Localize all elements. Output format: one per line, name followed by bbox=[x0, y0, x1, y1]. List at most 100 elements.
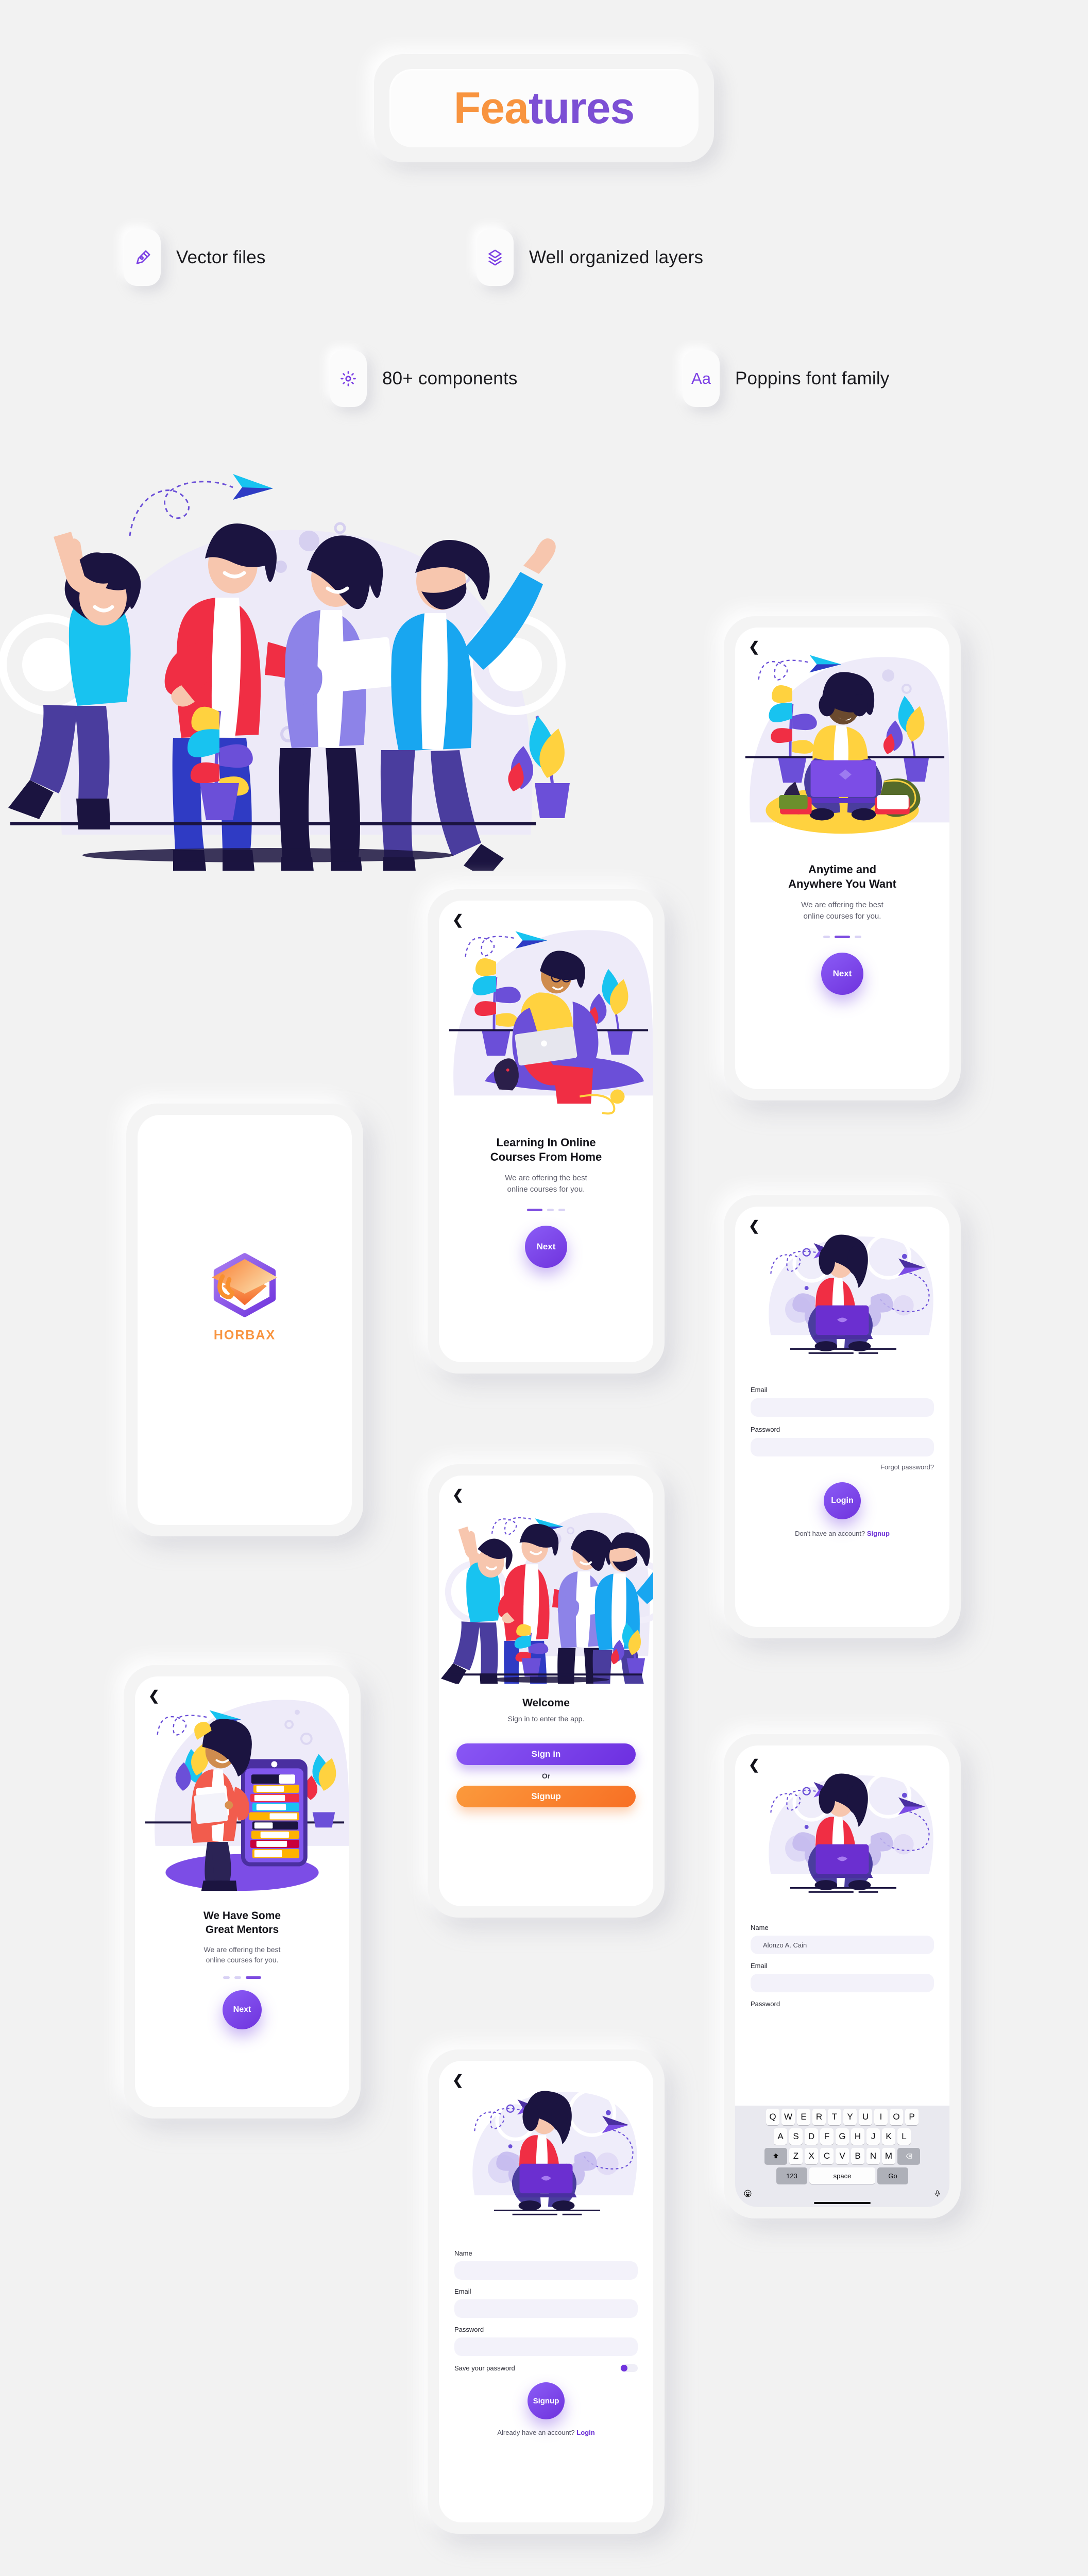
shift-key[interactable] bbox=[764, 2148, 787, 2164]
welcome-subtitle: Sign in to enter the app. bbox=[507, 1715, 585, 1723]
keyboard-row-1[interactable]: QWERTYUIOP bbox=[737, 2109, 947, 2125]
pagination-dot[interactable] bbox=[527, 1208, 542, 1211]
key-i[interactable]: I bbox=[874, 2109, 888, 2125]
password-input[interactable] bbox=[454, 2337, 638, 2356]
back-button[interactable]: ❮ bbox=[749, 1758, 760, 1771]
onboarding-title: Learning In Online Courses From Home bbox=[439, 1136, 653, 1164]
key-r[interactable]: R bbox=[812, 2109, 826, 2125]
keyboard-row-2[interactable]: ASDFGHJKL bbox=[737, 2128, 947, 2145]
email-label: Email bbox=[454, 2287, 471, 2295]
phone-splash-screen: HORBAX bbox=[126, 1104, 363, 1536]
signup-link[interactable]: Signup bbox=[867, 1530, 890, 1537]
back-button[interactable]: ❮ bbox=[452, 913, 464, 926]
login-button[interactable]: Login bbox=[824, 1482, 861, 1519]
pagination-dot[interactable] bbox=[223, 1976, 230, 1979]
key-t[interactable]: T bbox=[828, 2109, 841, 2125]
save-password-row: Save your password bbox=[454, 2364, 638, 2372]
key-d[interactable]: D bbox=[805, 2128, 818, 2145]
key-b[interactable]: B bbox=[851, 2148, 864, 2164]
keyboard-row-3[interactable]: ZXCVBNM bbox=[737, 2148, 947, 2164]
login-link[interactable]: Login bbox=[576, 2429, 594, 2436]
key-x[interactable]: X bbox=[805, 2148, 818, 2164]
back-button[interactable]: ❮ bbox=[749, 640, 760, 653]
email-input[interactable] bbox=[454, 2299, 638, 2318]
keyboard-bottom-bar bbox=[737, 2187, 947, 2201]
next-button[interactable]: Next bbox=[821, 952, 863, 995]
pagination-dot[interactable] bbox=[558, 1208, 565, 1211]
next-button[interactable]: Next bbox=[525, 1225, 567, 1268]
pagination-dot[interactable] bbox=[234, 1976, 241, 1979]
pagination-dot[interactable] bbox=[855, 935, 861, 938]
key-f[interactable]: F bbox=[820, 2128, 834, 2145]
pagination-dot[interactable] bbox=[823, 935, 830, 938]
phone-login-screen: ❮ Email Password Forgot password? Login … bbox=[724, 1195, 961, 1638]
backspace-key[interactable] bbox=[897, 2148, 920, 2164]
name-input[interactable] bbox=[454, 2261, 638, 2280]
key-a[interactable]: A bbox=[774, 2128, 787, 2145]
key-j[interactable]: J bbox=[866, 2128, 880, 2145]
key-q[interactable]: Q bbox=[766, 2109, 779, 2125]
back-button[interactable]: ❮ bbox=[452, 2073, 464, 2087]
illustration-woman-laptop-keyboard bbox=[735, 1745, 949, 1916]
numbers-key[interactable]: 123 bbox=[776, 2167, 807, 2184]
key-w[interactable]: W bbox=[781, 2109, 795, 2125]
hero-illustration bbox=[0, 0, 587, 871]
signin-button[interactable]: Sign in bbox=[456, 1743, 636, 1765]
splash-screen: HORBAX bbox=[138, 1115, 352, 1525]
key-o[interactable]: O bbox=[890, 2109, 903, 2125]
password-label: Password bbox=[751, 1426, 780, 1433]
go-key[interactable]: Go bbox=[877, 2167, 908, 2184]
key-g[interactable]: G bbox=[836, 2128, 849, 2145]
microphone-icon[interactable] bbox=[933, 2189, 941, 2198]
back-button[interactable]: ❮ bbox=[452, 1488, 464, 1501]
home-indicator bbox=[814, 2202, 871, 2204]
onboarding-title-line2: Anywhere You Want bbox=[788, 877, 896, 891]
key-h[interactable]: H bbox=[851, 2128, 864, 2145]
pagination-dots[interactable] bbox=[735, 935, 949, 938]
pagination-dot[interactable] bbox=[547, 1208, 554, 1211]
key-l[interactable]: L bbox=[897, 2128, 911, 2145]
pagination-dot[interactable] bbox=[246, 1976, 261, 1979]
email-input[interactable] bbox=[751, 1398, 934, 1417]
key-k[interactable]: K bbox=[882, 2128, 895, 2145]
signup-button[interactable]: Signup bbox=[528, 2382, 565, 2419]
key-c[interactable]: C bbox=[820, 2148, 834, 2164]
next-button[interactable]: Next bbox=[223, 1990, 262, 2030]
name-label: Name bbox=[751, 1924, 769, 1931]
password-input[interactable] bbox=[751, 1438, 934, 1456]
signup-button[interactable]: Signup bbox=[456, 1786, 636, 1807]
illustration-man-at-desk bbox=[439, 901, 653, 1122]
name-input[interactable]: Alonzo A. Cain bbox=[751, 1936, 934, 1954]
key-u[interactable]: U bbox=[859, 2109, 872, 2125]
name-label: Name bbox=[454, 2249, 472, 2257]
key-m[interactable]: M bbox=[882, 2148, 895, 2164]
key-y[interactable]: Y bbox=[843, 2109, 857, 2125]
onboarding-subtitle: We are offering the best online courses … bbox=[135, 1944, 349, 1965]
emoji-icon[interactable] bbox=[743, 2189, 752, 2198]
space-key[interactable]: space bbox=[809, 2167, 875, 2184]
key-z[interactable]: Z bbox=[789, 2148, 803, 2164]
brand-name: HORBAX bbox=[213, 1328, 276, 1343]
save-password-toggle[interactable] bbox=[620, 2364, 638, 2372]
key-v[interactable]: V bbox=[836, 2148, 849, 2164]
forgot-password-link[interactable]: Forgot password? bbox=[751, 1463, 934, 1471]
illustration-group-of-people bbox=[439, 1476, 653, 1710]
pagination-dots[interactable] bbox=[439, 1208, 653, 1211]
features-showcase-page: Features Vector files Well organized lay… bbox=[0, 0, 1088, 2576]
phone-signup-screen: ❮ Name Email Password Save your password… bbox=[428, 2049, 665, 2534]
pagination-dot[interactable] bbox=[835, 935, 850, 938]
email-input[interactable] bbox=[751, 1974, 934, 1992]
signup-screen: ❮ Name Email Password Save your password… bbox=[439, 2061, 653, 2522]
backspace-icon bbox=[906, 2154, 912, 2159]
phone-onboarding-3: ❮ We Have Some Great Mentors We are offe… bbox=[124, 1665, 361, 2119]
key-n[interactable]: N bbox=[866, 2148, 880, 2164]
key-e[interactable]: E bbox=[797, 2109, 810, 2125]
horbax-logo-icon bbox=[212, 1253, 278, 1317]
keyboard-row-4[interactable]: 123 space Go bbox=[737, 2167, 947, 2184]
back-button[interactable]: ❮ bbox=[749, 1219, 760, 1232]
virtual-keyboard[interactable]: QWERTYUIOP ASDFGHJKL ZXCVBNM 123 space G… bbox=[735, 2106, 949, 2207]
key-s[interactable]: S bbox=[789, 2128, 803, 2145]
pagination-dots[interactable] bbox=[135, 1976, 349, 1979]
key-p[interactable]: P bbox=[905, 2109, 919, 2125]
back-button[interactable]: ❮ bbox=[148, 1689, 160, 1702]
